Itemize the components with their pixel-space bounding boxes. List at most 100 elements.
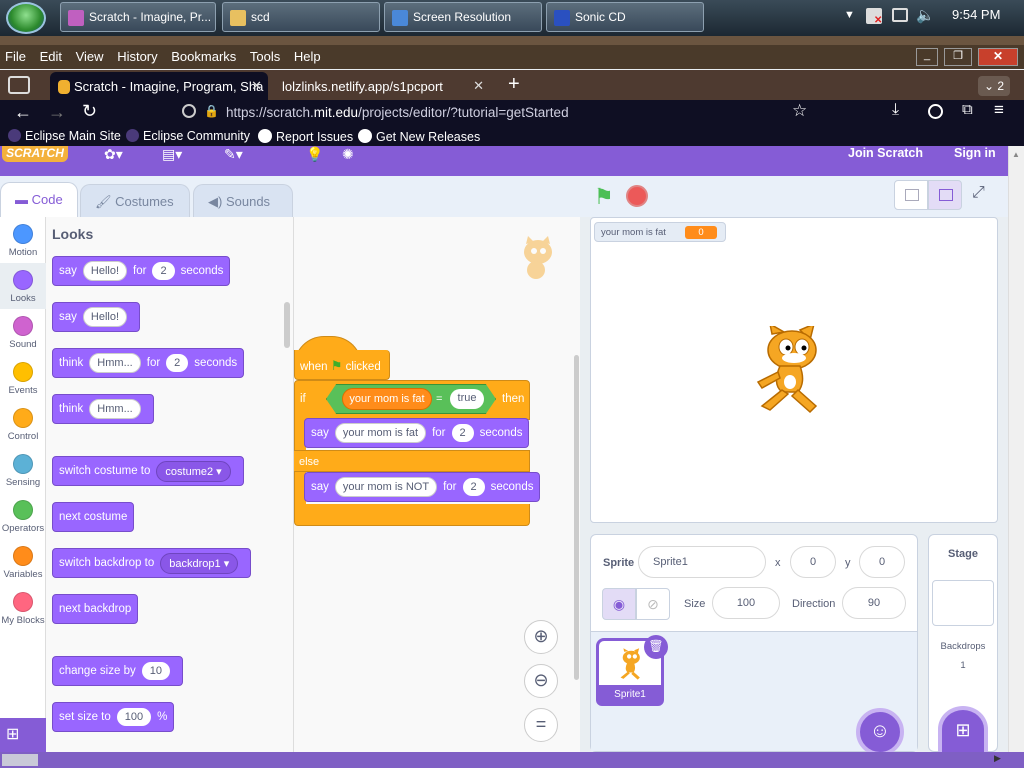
shield-icon[interactable] bbox=[182, 104, 196, 118]
block-switch-backdrop[interactable]: switch backdrop to backdrop1 ▾ bbox=[52, 548, 252, 578]
category-sound[interactable]: Sound bbox=[0, 316, 46, 350]
back-icon[interactable]: ← bbox=[14, 102, 32, 123]
file-menu-icon[interactable]: ▤▾ bbox=[162, 146, 182, 163]
say-text-input[interactable]: your mom is fat bbox=[334, 423, 427, 443]
add-extension-button[interactable]: ⊞ bbox=[0, 718, 46, 752]
menu-help[interactable]: Help bbox=[294, 49, 321, 64]
taskbar-button-sonic-cd[interactable]: Sonic CD bbox=[546, 2, 704, 32]
delete-sprite-button[interactable]: 🗑 bbox=[644, 635, 668, 659]
add-sprite-button[interactable]: ☺ bbox=[856, 708, 904, 756]
speaker-muted-icon[interactable]: 🔈 bbox=[916, 6, 935, 24]
script-scrollbar[interactable] bbox=[574, 355, 579, 680]
taskbar-button-scratch[interactable]: Scratch - Imagine, Pr... bbox=[60, 2, 216, 32]
costume-dropdown[interactable]: costume2 ▾ bbox=[156, 460, 231, 482]
block-think[interactable]: think Hmm... bbox=[52, 394, 154, 424]
tab-sounds[interactable]: ◀) Sounds bbox=[193, 184, 293, 218]
restore-button[interactable]: ❐ bbox=[944, 48, 972, 66]
minimize-button[interactable]: _ bbox=[916, 48, 938, 66]
tab-costumes[interactable]: 🖌 Costumes bbox=[80, 184, 190, 218]
bookmark-eclipse-main[interactable]: Eclipse Main Site bbox=[8, 129, 121, 143]
size-change-input[interactable]: 10 bbox=[141, 662, 170, 680]
lock-icon[interactable]: 🔒 bbox=[204, 104, 219, 118]
join-scratch-link[interactable]: Join Scratch bbox=[848, 146, 923, 160]
start-button[interactable] bbox=[6, 2, 46, 34]
zoom-out-button[interactable]: ⊖ bbox=[524, 664, 558, 698]
block-say-for-seconds[interactable]: say Hello! for 2 seconds bbox=[52, 256, 231, 286]
category-variables[interactable]: Variables bbox=[0, 546, 46, 580]
say-text-input[interactable]: your mom is NOT bbox=[334, 477, 438, 497]
equals-value-input[interactable]: true bbox=[450, 389, 484, 409]
page-horizontal-scrollbar[interactable]: ▶ bbox=[0, 752, 1024, 768]
block-next-costume[interactable]: next costume bbox=[52, 502, 135, 532]
tray-chevron-icon[interactable]: ▼ bbox=[844, 9, 855, 21]
tutorials-lightbulb-icon[interactable]: 💡 bbox=[306, 146, 323, 163]
block-say-not[interactable]: say your mom is NOT for 2 seconds bbox=[304, 472, 541, 502]
stage-thumbnail[interactable] bbox=[932, 580, 994, 626]
block-think-for-seconds[interactable]: think Hmm... for 2 seconds bbox=[52, 348, 245, 378]
secs-input[interactable]: 2 bbox=[462, 478, 485, 496]
add-backdrop-button[interactable]: ⊞ bbox=[938, 706, 988, 752]
zoom-reset-button[interactable]: = bbox=[524, 708, 558, 742]
scratch-cat-sprite[interactable] bbox=[752, 322, 836, 416]
think-text-input[interactable]: Hmm... bbox=[89, 399, 141, 419]
close-window-button[interactable]: ✕ bbox=[978, 48, 1018, 66]
fullscreen-icon[interactable]: ⤢ bbox=[972, 184, 985, 202]
block-set-size[interactable]: set size to 100 % bbox=[52, 702, 175, 732]
y-position-input[interactable]: 0 bbox=[859, 546, 905, 578]
edit-menu-icon[interactable]: ✎▾ bbox=[224, 146, 243, 163]
green-flag-button[interactable]: ⚑ bbox=[594, 184, 614, 210]
bookmark-eclipse-community[interactable]: Eclipse Community bbox=[126, 129, 250, 143]
browser-tab-lolzlinks[interactable]: lolzlinks.netlify.app/s1pcport ✕ bbox=[270, 72, 492, 100]
close-tab-icon[interactable]: ✕ bbox=[251, 78, 262, 94]
secs-input[interactable]: 2 bbox=[451, 424, 474, 442]
variable-monitor[interactable]: your mom is fat 0 bbox=[594, 222, 726, 242]
flag-icon[interactable]: ✕ bbox=[866, 8, 882, 26]
forward-icon[interactable]: → bbox=[48, 102, 66, 123]
scroll-left-thumb[interactable] bbox=[2, 754, 38, 766]
secs-input[interactable]: 2 bbox=[152, 262, 175, 280]
show-sprite-button[interactable]: ◉ bbox=[602, 588, 636, 620]
direction-input[interactable]: 90 bbox=[842, 587, 906, 619]
tab-list-button[interactable]: ⌄ 2 bbox=[978, 76, 1010, 96]
account-icon[interactable] bbox=[928, 104, 943, 119]
scratch-logo[interactable]: SCRATCH bbox=[2, 146, 68, 162]
size-input[interactable]: 100 bbox=[116, 708, 152, 726]
menu-history[interactable]: History bbox=[117, 49, 157, 64]
block-say-fat[interactable]: say your mom is fat for 2 seconds bbox=[304, 418, 530, 448]
block-when-flag-clicked[interactable]: when ⚑ clicked bbox=[294, 350, 390, 380]
block-switch-costume[interactable]: switch costume to costume2 ▾ bbox=[52, 456, 244, 486]
bookmark-get-new-releases[interactable]: Get New Releases bbox=[358, 129, 480, 144]
stop-button[interactable] bbox=[626, 185, 648, 207]
category-my-blocks[interactable]: My Blocks bbox=[0, 592, 46, 626]
url-field[interactable]: https://scratch.mit.edu/projects/editor/… bbox=[226, 100, 866, 126]
page-vertical-scrollbar[interactable]: ▲ bbox=[1008, 146, 1024, 752]
size-input[interactable]: 100 bbox=[712, 587, 780, 619]
menu-edit[interactable]: Edit bbox=[40, 49, 62, 64]
secs-input[interactable]: 2 bbox=[166, 354, 189, 372]
hamburger-menu-icon[interactable]: ≡ bbox=[994, 100, 1004, 120]
browser-tab-scratch[interactable]: Scratch - Imagine, Program, Sha ✕ bbox=[50, 72, 268, 100]
think-text-input[interactable]: Hmm... bbox=[89, 353, 141, 373]
menu-tools[interactable]: Tools bbox=[250, 49, 280, 64]
debug-icon[interactable]: ✺ bbox=[342, 146, 354, 163]
say-text-input[interactable]: Hello! bbox=[82, 261, 128, 281]
x-position-input[interactable]: 0 bbox=[790, 546, 836, 578]
tab-code[interactable]: ▬ Code bbox=[0, 182, 78, 218]
menu-view[interactable]: View bbox=[76, 49, 104, 64]
palette-scrollbar[interactable] bbox=[284, 302, 290, 348]
new-tab-icon[interactable]: + bbox=[508, 73, 520, 96]
small-stage-button[interactable] bbox=[894, 180, 928, 210]
hide-sprite-button[interactable]: ⊘ bbox=[636, 588, 670, 620]
backdrop-dropdown[interactable]: backdrop1 ▾ bbox=[160, 552, 239, 574]
category-sensing[interactable]: Sensing bbox=[0, 454, 46, 488]
extensions-icon[interactable]: ⧉ bbox=[962, 101, 973, 118]
menu-bookmarks[interactable]: Bookmarks bbox=[171, 49, 236, 64]
reload-icon[interactable]: ↻ bbox=[82, 101, 97, 122]
category-events[interactable]: Events bbox=[0, 362, 46, 396]
tab-overview-icon[interactable] bbox=[8, 76, 30, 94]
normal-stage-button[interactable] bbox=[928, 180, 962, 210]
zoom-in-button[interactable]: ⊕ bbox=[524, 620, 558, 654]
block-change-size[interactable]: change size by 10 bbox=[52, 656, 183, 686]
scroll-right-icon[interactable]: ▶ bbox=[994, 753, 1001, 764]
bookmark-star-icon[interactable]: ☆ bbox=[792, 101, 807, 121]
